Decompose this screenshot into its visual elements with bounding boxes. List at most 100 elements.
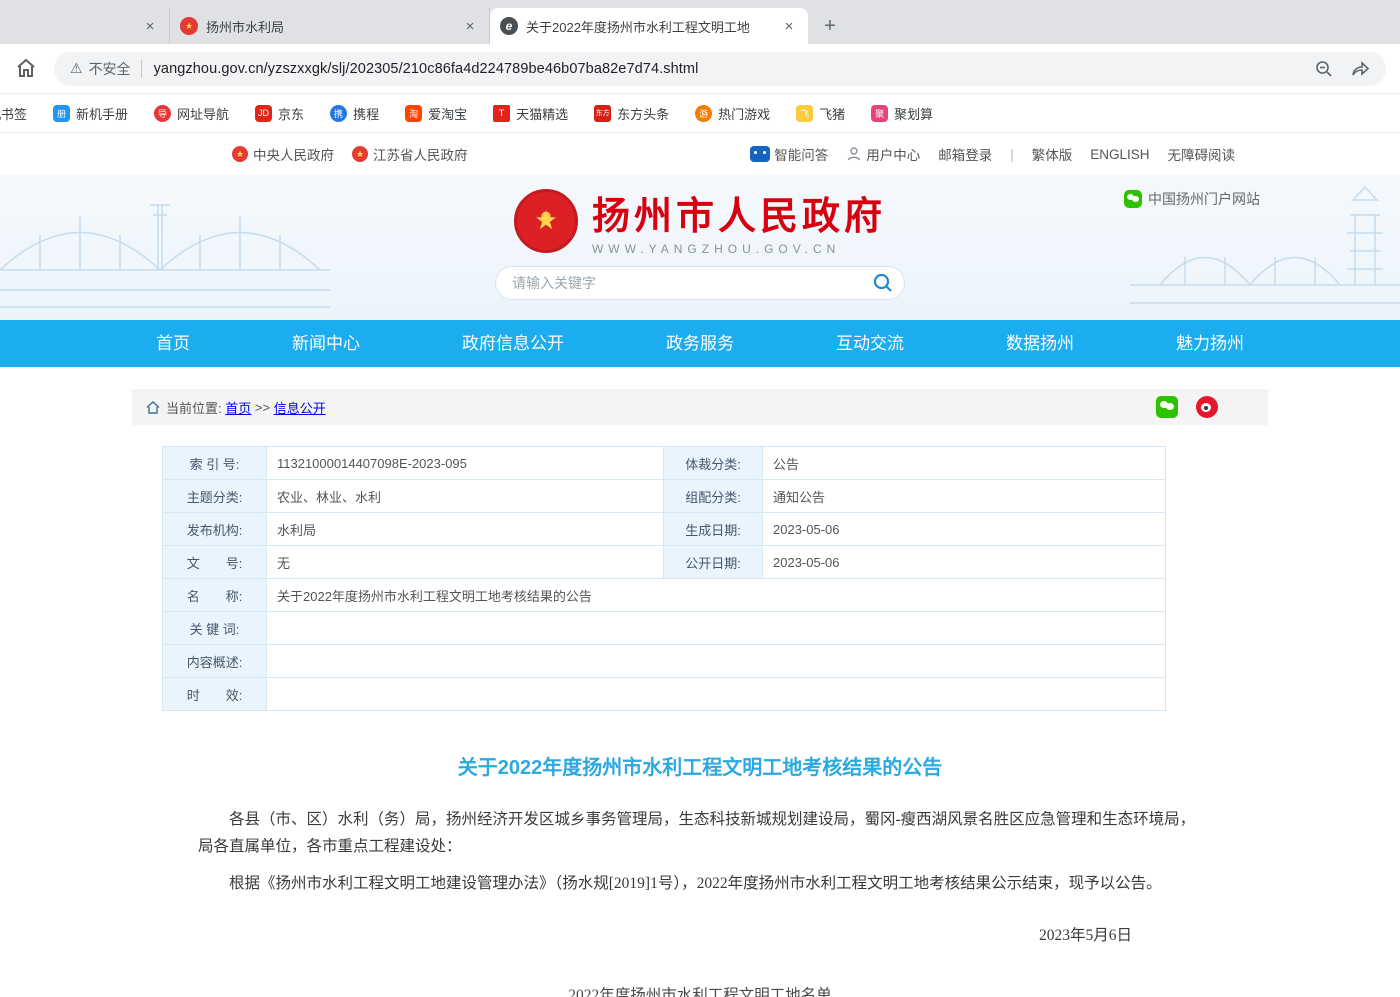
breadcrumb-separator: >> (255, 400, 270, 415)
portal-tag[interactable]: 中国扬州门户网站 (1124, 189, 1260, 209)
wechat-share-icon[interactable] (1156, 396, 1178, 418)
tab-cutoff[interactable]: × (0, 8, 170, 44)
table-row: 索 引 号: 11321000014407098E-2023-095 体裁分类:… (163, 447, 1166, 480)
address-bar[interactable]: ⚠ 不安全 yangzhou.gov.cn/yzszxxgk/slj/20230… (54, 52, 1386, 86)
table-row: 主题分类: 农业、林业、水利 组配分类: 通知公告 (163, 480, 1166, 513)
user-icon (846, 146, 862, 162)
nav-item-interaction[interactable]: 互动交流 (785, 320, 955, 367)
nav-item-info-disclosure[interactable]: 政府信息公开 (411, 320, 615, 367)
meta-value: 水利局 (267, 513, 664, 546)
meta-value: 公告 (763, 447, 1166, 480)
tab-title: 关于2022年度扬州市水利工程文明工地 (526, 17, 772, 36)
meta-value (267, 678, 1166, 711)
meta-value: 2023-05-06 (763, 546, 1166, 579)
site-name: 扬州市人民政府 (592, 185, 886, 240)
nav-item-news[interactable]: 新闻中心 (241, 320, 411, 367)
search-input[interactable] (512, 275, 868, 291)
national-emblem-icon: ★ (514, 189, 578, 253)
breadcrumb: 当前位置: 首页 >> 信息公开 (132, 389, 1268, 425)
weibo-share-icon[interactable] (1196, 396, 1218, 418)
url-divider (141, 60, 142, 78)
bookmark-label: 飞猪 (819, 104, 845, 123)
english-version-link[interactable]: ENGLISH (1090, 147, 1149, 162)
search-icon[interactable] (868, 268, 898, 298)
bookmark-label: 聚划算 (894, 104, 933, 123)
meta-value: 通知公告 (763, 480, 1166, 513)
close-tab-icon[interactable]: × (780, 17, 798, 35)
site-search (495, 266, 905, 300)
meta-label: 文 号: (163, 546, 267, 579)
bookmark-label: 新机手册 (76, 104, 128, 123)
bookmark-label: 热门游戏 (718, 104, 770, 123)
bookmark-item[interactable]: 导 网址导航 (154, 104, 229, 123)
bookmark-item[interactable]: 游 热门游戏 (695, 104, 770, 123)
url-bar-row: ⚠ 不安全 yangzhou.gov.cn/yzszxxgk/slj/20230… (0, 44, 1400, 94)
bookmark-icon: 聚 (871, 105, 888, 122)
portal-label: 中国扬州门户网站 (1148, 189, 1260, 209)
main-nav: 首页 新闻中心 政府信息公开 政务服务 互动交流 数据扬州 魅力扬州 (0, 320, 1400, 367)
nav-item-charm[interactable]: 魅力扬州 (1125, 320, 1295, 367)
share-icon[interactable] (1350, 59, 1370, 79)
tab-active-announcement[interactable]: e 关于2022年度扬州市水利工程文明工地 × (490, 8, 808, 44)
mail-login-link[interactable]: 邮箱登录 (938, 144, 992, 164)
traditional-version-link[interactable]: 繁体版 (1032, 144, 1073, 164)
bookmark-item[interactable]: 册 新机手册 (53, 104, 128, 123)
bookmark-icon: 导 (154, 105, 171, 122)
site-domain: WWW.YANGZHOU.GOV.CN (592, 242, 886, 256)
nav-item-services[interactable]: 政务服务 (615, 320, 785, 367)
breadcrumb-prefix: 当前位置: (166, 398, 222, 417)
bookmark-icon: 游 (695, 105, 712, 122)
bookmark-item[interactable]: 聚 聚划算 (871, 104, 933, 123)
gov-link-label: 江苏省人民政府 (373, 144, 468, 164)
breadcrumb-current-link[interactable]: 信息公开 (274, 398, 326, 417)
gov-emblem-icon: ★ (232, 146, 248, 162)
link-jiangsu-government[interactable]: ★ 江苏省人民政府 (352, 144, 468, 164)
bookmark-item[interactable]: 飞 飞猪 (796, 104, 845, 123)
user-center-link[interactable]: 用户中心 (846, 144, 920, 164)
meta-label: 体裁分类: (664, 447, 763, 480)
bookmark-item[interactable]: JD 京东 (255, 104, 304, 123)
meta-value: 11321000014407098E-2023-095 (267, 447, 664, 480)
close-tab-icon[interactable]: × (141, 17, 159, 35)
tab-strip: × ★ 扬州市水利局 × e 关于2022年度扬州市水利工程文明工地 × + (0, 0, 1400, 44)
bookmark-item[interactable]: 机书签 (0, 104, 27, 123)
table-row: 关 键 词: (163, 612, 1166, 645)
close-tab-icon[interactable]: × (461, 17, 479, 35)
bookmark-item[interactable]: 东方 东方头条 (594, 104, 669, 123)
meta-value: 关于2022年度扬州市水利工程文明工地考核结果的公告 (267, 579, 1166, 612)
gov-link-label: 中央人民政府 (253, 144, 334, 164)
bookmark-item[interactable]: 淘 爱淘宝 (405, 104, 467, 123)
bookmarks-bar: 机书签 册 新机手册 导 网址导航 JD 京东 携 携程 淘 爱淘宝 T 天猫精… (0, 94, 1400, 133)
bookmark-icon: 携 (330, 105, 347, 122)
robot-icon (750, 146, 770, 162)
nav-item-home[interactable]: 首页 (105, 320, 241, 367)
bookmark-label: 天猫精选 (516, 104, 568, 123)
user-center-label: 用户中心 (866, 144, 920, 164)
smart-qa-label: 智能问答 (774, 144, 828, 164)
accessibility-link[interactable]: 无障碍阅读 (1168, 144, 1236, 164)
article-paragraph: 根据《扬州市水利工程文明工地建设管理办法》（扬水规[2019]1号），2022年… (198, 870, 1202, 897)
nav-item-data[interactable]: 数据扬州 (955, 320, 1125, 367)
bookmark-item[interactable]: T 天猫精选 (493, 104, 568, 123)
table-row: 发布机构: 水利局 生成日期: 2023-05-06 (163, 513, 1166, 546)
smart-qa-link[interactable]: 智能问答 (750, 144, 828, 164)
bookmark-icon: 册 (53, 105, 70, 122)
bookmark-icon: JD (255, 105, 272, 122)
meta-label: 生成日期: (664, 513, 763, 546)
article-list-heading: 2022年度扬州市水利工程文明工地名单 (198, 983, 1202, 997)
site-logo[interactable]: ★ 扬州市人民政府 WWW.YANGZHOU.GOV.CN (0, 175, 1400, 256)
meta-label: 公开日期: (664, 546, 763, 579)
table-row: 名 称: 关于2022年度扬州市水利工程文明工地考核结果的公告 (163, 579, 1166, 612)
home-icon[interactable] (14, 56, 40, 82)
zoom-out-icon[interactable] (1314, 59, 1334, 79)
bookmark-label: 机书签 (0, 104, 27, 123)
tab-water-bureau[interactable]: ★ 扬州市水利局 × (170, 8, 490, 44)
gov-links-bar: ★ 中央人民政府 ★ 江苏省人民政府 智能问答 用户中心 邮箱登录 | 繁体版 … (0, 133, 1400, 175)
bookmark-icon: T (493, 105, 510, 122)
meta-value: 无 (267, 546, 664, 579)
new-tab-button[interactable]: + (816, 12, 844, 40)
breadcrumb-home-link[interactable]: 首页 (225, 398, 251, 417)
bookmark-item[interactable]: 携 携程 (330, 104, 379, 123)
link-central-government[interactable]: ★ 中央人民政府 (232, 144, 334, 164)
bookmark-icon: 东方 (594, 105, 611, 122)
